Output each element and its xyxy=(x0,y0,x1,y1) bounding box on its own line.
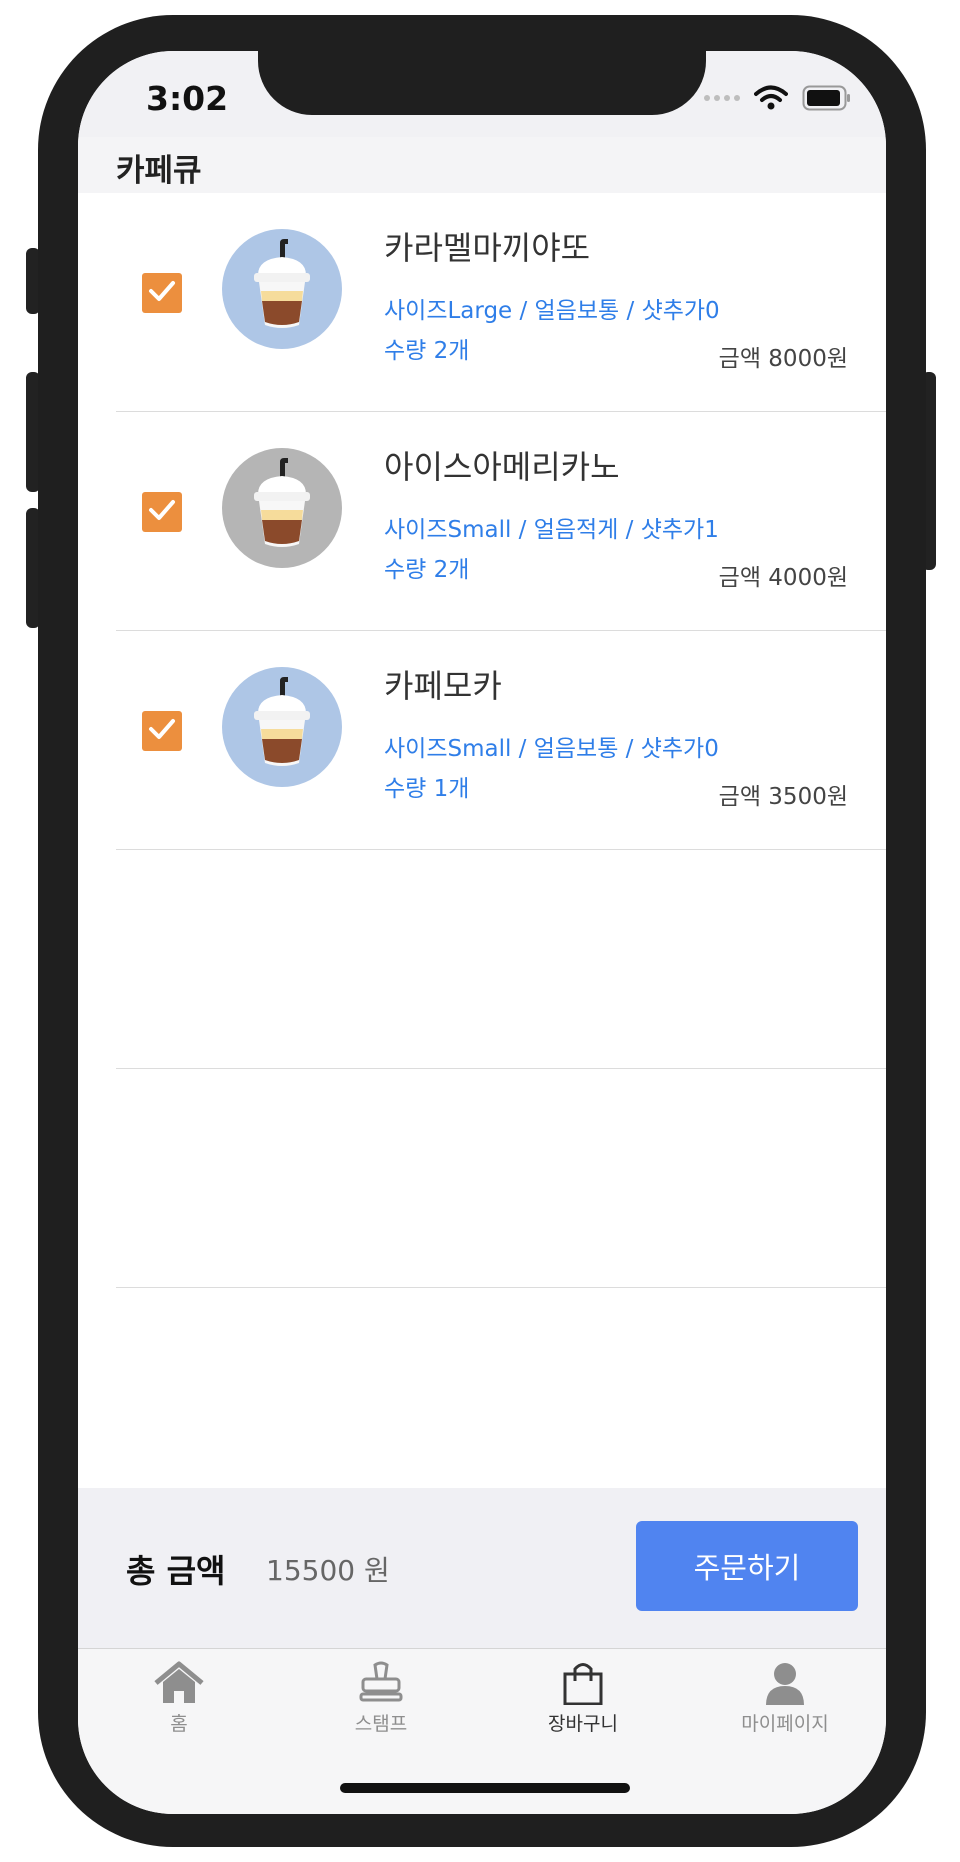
item-checkbox[interactable] xyxy=(142,273,182,313)
battery-icon xyxy=(802,85,850,111)
status-icons xyxy=(704,85,852,111)
item-quantity: 수량 1개 xyxy=(384,776,470,802)
tab-label: 장바구니 xyxy=(548,1713,618,1735)
tab-label: 스탬프 xyxy=(354,1713,408,1735)
home-icon xyxy=(154,1661,204,1703)
wifi-icon xyxy=(754,85,788,110)
item-name: 카라멜마끼야또 xyxy=(384,229,591,267)
order-button[interactable]: 주문하기 xyxy=(636,1521,858,1611)
item-name: 아이스아메리카노 xyxy=(384,448,620,486)
item-quantity: 수량 2개 xyxy=(384,557,470,583)
phone-frame: 3:02 카페큐 카라멜마끼야또 사이즈Large / 얼음보통 / 샷추가0 … xyxy=(38,15,926,1847)
tab-label: 홈 xyxy=(170,1713,188,1735)
coffee-cup-icon xyxy=(222,677,342,791)
item-price: 금액 4000원 xyxy=(718,565,848,591)
tab-mypage[interactable]: 마이페이지 xyxy=(684,1661,886,1736)
item-options: 사이즈Small / 얼음보통 / 샷추가0 xyxy=(384,736,719,762)
check-icon xyxy=(148,279,176,307)
item-price: 금액 8000원 xyxy=(718,346,848,372)
stamp-icon xyxy=(359,1661,403,1702)
item-name: 카페모카 xyxy=(384,667,502,705)
item-price: 금액 3500원 xyxy=(718,784,848,810)
tab-home[interactable]: 홈 xyxy=(78,1661,280,1736)
drink-image xyxy=(222,448,342,568)
total-label: 총 금액 xyxy=(126,1552,226,1590)
screen: 3:02 카페큐 카라멜마끼야또 사이즈Large / 얼음보통 / 샷추가0 … xyxy=(78,51,886,1814)
drink-image xyxy=(222,229,342,349)
cart-list: 카라멜마끼야또사이즈Large / 얼음보통 / 샷추가0 수량 2개 금액 800… xyxy=(78,193,886,1288)
item-checkbox[interactable] xyxy=(142,711,182,751)
drink-image xyxy=(222,667,342,787)
empty-row xyxy=(116,1069,886,1288)
tab-label: 마이페이지 xyxy=(741,1713,829,1735)
check-icon xyxy=(148,717,176,745)
item-options: 사이즈Small / 얼음적게 / 샷추가1 xyxy=(384,517,719,543)
tab-cart[interactable]: 장바구니 xyxy=(482,1661,684,1736)
status-time: 3:02 xyxy=(146,79,229,118)
total-value: 15500 원 xyxy=(266,1554,390,1587)
coffee-cup-icon xyxy=(222,458,342,572)
item-quantity: 수량 2개 xyxy=(384,338,470,364)
item-checkbox[interactable] xyxy=(142,492,182,532)
cart-item[interactable]: 아이스아메리카노사이즈Small / 얼음적게 / 샷추가1 수량 2개 금액 40… xyxy=(116,412,886,631)
app-bar: 카페큐 xyxy=(78,137,886,193)
shopping-bag-icon xyxy=(563,1663,603,1705)
notch xyxy=(258,51,706,115)
signal-icon xyxy=(704,95,740,101)
home-indicator[interactable] xyxy=(340,1783,630,1793)
app-title: 카페큐 xyxy=(116,153,202,189)
cart-item[interactable]: 카라멜마끼야또사이즈Large / 얼음보통 / 샷추가0 수량 2개 금액 800… xyxy=(116,193,886,412)
cart-item[interactable]: 카페모카사이즈Small / 얼음보통 / 샷추가0 수량 1개 금액 3500원 xyxy=(116,631,886,850)
item-options: 사이즈Large / 얼음보통 / 샷추가0 xyxy=(384,298,720,324)
empty-row xyxy=(116,850,886,1069)
order-footer: 총 금액 15500 원 주문하기 xyxy=(78,1488,886,1648)
check-icon xyxy=(148,498,176,526)
tab-stamp[interactable]: 스탬프 xyxy=(280,1661,482,1736)
person-icon xyxy=(766,1663,804,1705)
coffee-cup-icon xyxy=(222,239,342,353)
